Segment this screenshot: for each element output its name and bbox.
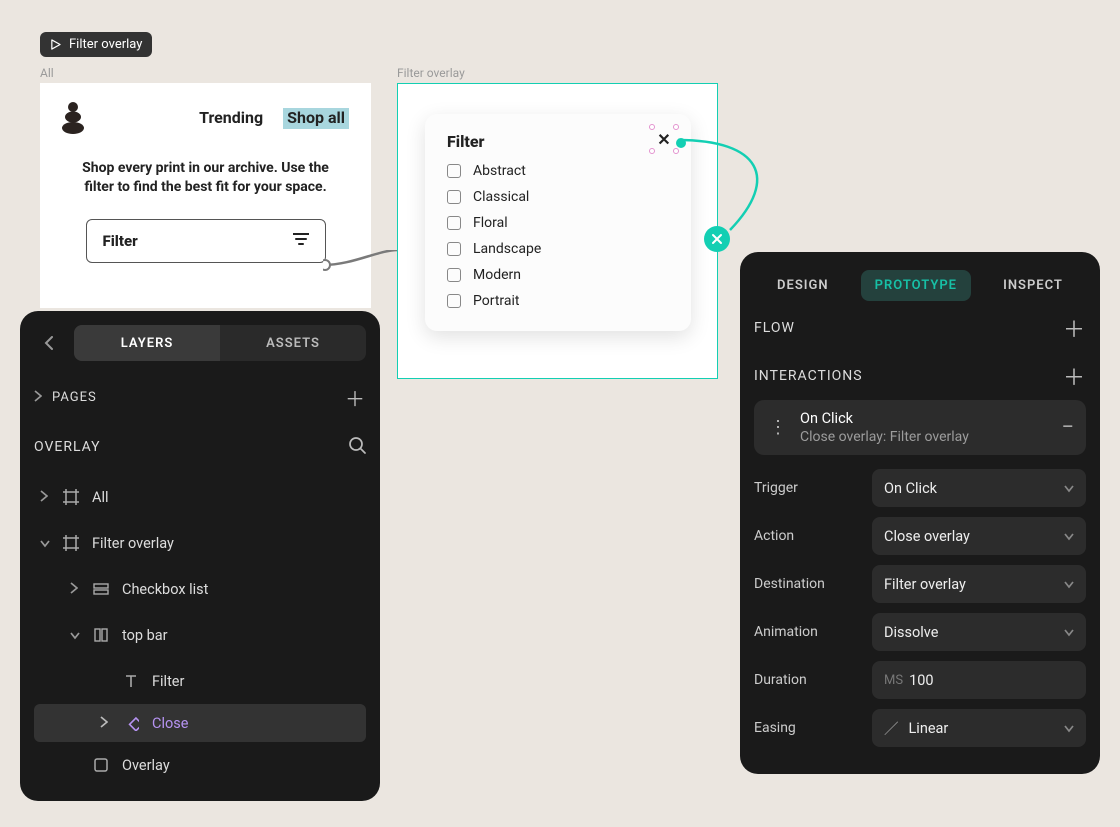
brand-logo (62, 101, 84, 135)
play-icon (50, 39, 61, 50)
close-button[interactable]: ✕ (655, 130, 673, 148)
add-interaction-button[interactable]: ＋ (1063, 360, 1086, 392)
chevron-down-icon (1064, 576, 1074, 593)
filter-card-title: Filter (447, 132, 669, 151)
overlay-section-label: OVERLAY (34, 439, 101, 455)
filter-card: Filter ✕ Abstract Classical Floral Lands… (425, 114, 691, 331)
list-item: Portrait (447, 293, 669, 309)
layer-all[interactable]: All (34, 474, 366, 520)
layer-overlay[interactable]: · Overlay (34, 742, 366, 788)
drag-handle-icon[interactable]: ⋮ (766, 411, 788, 445)
filter-icon (293, 232, 309, 250)
chevron-right-icon (100, 716, 108, 728)
checkbox[interactable] (447, 190, 461, 204)
chevron-down-icon (1064, 720, 1074, 737)
frame-icon (62, 535, 80, 551)
add-flow-button[interactable]: ＋ (1063, 312, 1086, 344)
checkbox-list: Abstract Classical Floral Landscape Mode… (447, 163, 669, 309)
frame-icon (62, 489, 80, 505)
chevron-down-icon (1064, 528, 1074, 545)
chevron-left-icon (44, 336, 54, 350)
add-page-button[interactable]: ＋ (345, 383, 366, 412)
frame-selection-text: Filter overlay (69, 37, 142, 52)
section-interactions-label: INTERACTIONS (754, 368, 863, 384)
canvas-frame-filter-overlay[interactable]: Filter ✕ Abstract Classical Floral Lands… (397, 83, 718, 379)
checkbox[interactable] (447, 216, 461, 230)
component-icon (122, 715, 140, 731)
pages-label[interactable]: PAGES (52, 390, 97, 405)
interaction-title: On Click (800, 410, 969, 427)
frame-label-filter-overlay: Filter overlay (397, 66, 465, 80)
inspector-panel: DESIGN PROTOTYPE INSPECT FLOW ＋ INTERACT… (740, 252, 1100, 774)
checkbox[interactable] (447, 268, 461, 282)
label-trigger: Trigger (754, 480, 862, 496)
frame-label-all: All (40, 66, 54, 80)
label-action: Action (754, 528, 862, 544)
list-item: Abstract (447, 163, 669, 179)
layer-top-bar[interactable]: top bar (34, 612, 366, 658)
close-icon: ✕ (657, 130, 670, 149)
layer-close[interactable]: Close (34, 704, 366, 742)
filter-button-label: Filter (103, 232, 138, 250)
list-item: Landscape (447, 241, 669, 257)
list-icon (92, 581, 110, 597)
layers-panel: LAYERS ASSETS PAGES ＋ OVERLAY All Filter… (20, 311, 380, 801)
chevron-down-icon (1064, 624, 1074, 641)
checkbox[interactable] (447, 242, 461, 256)
label-easing: Easing (754, 720, 862, 736)
layer-checkbox-list[interactable]: Checkbox list (34, 566, 366, 612)
label-animation: Animation (754, 624, 862, 640)
tab-design[interactable]: DESIGN (763, 270, 843, 301)
collapse-button[interactable]: − (1061, 415, 1074, 440)
list-item: Classical (447, 189, 669, 205)
select-easing[interactable]: ／ Linear (872, 709, 1086, 747)
list-item: Modern (447, 267, 669, 283)
filter-button[interactable]: Filter (86, 219, 326, 263)
tab-layers[interactable]: LAYERS (74, 325, 220, 361)
frame-selection-label[interactable]: Filter overlay (40, 32, 152, 57)
tab-assets[interactable]: ASSETS (220, 325, 366, 361)
select-action[interactable]: Close overlay (872, 517, 1086, 555)
checkbox[interactable] (447, 294, 461, 308)
chevron-right-icon (70, 582, 78, 594)
search-button[interactable] (348, 436, 366, 458)
select-destination[interactable]: Filter overlay (872, 565, 1086, 603)
label-destination: Destination (754, 576, 862, 592)
checkbox[interactable] (447, 164, 461, 178)
list-item: Floral (447, 215, 669, 231)
label-duration: Duration (754, 672, 862, 688)
nav-shop-all: Shop all (283, 108, 349, 129)
hero-copy: Shop every print in our archive. Use the… (40, 135, 371, 197)
linear-icon: ／ (884, 718, 899, 739)
interaction-subtitle: Close overlay: Filter overlay (800, 429, 969, 445)
layer-tree: All Filter overlay Checkbox list top bar… (34, 474, 366, 788)
close-connection-badge[interactable] (704, 226, 730, 252)
canvas-frame-all[interactable]: Trending Shop all Shop every print in ou… (40, 83, 371, 308)
select-animation[interactable]: Dissolve (872, 613, 1086, 651)
chevron-right-icon[interactable] (34, 390, 44, 406)
section-flow-label: FLOW (754, 320, 795, 336)
interaction-card[interactable]: ⋮ On Click Close overlay: Filter overlay… (754, 400, 1086, 455)
panel-segmented-control: LAYERS ASSETS (74, 325, 366, 361)
connection-handle[interactable] (676, 138, 686, 148)
rect-icon (92, 757, 110, 773)
tab-inspect[interactable]: INSPECT (989, 270, 1077, 301)
chevron-down-icon (70, 632, 80, 640)
select-trigger[interactable]: On Click (872, 469, 1086, 507)
layer-filter-overlay[interactable]: Filter overlay (34, 520, 366, 566)
chevron-down-icon (40, 540, 50, 548)
nav-trending: Trending (199, 108, 263, 129)
chevron-right-icon (40, 490, 48, 502)
text-icon (122, 673, 140, 689)
columns-icon (92, 627, 110, 643)
tab-prototype[interactable]: PROTOTYPE (861, 270, 971, 301)
chevron-down-icon (1064, 480, 1074, 497)
layer-filter-text[interactable]: · Filter (34, 658, 366, 704)
input-duration[interactable]: MS 100 (872, 661, 1086, 699)
back-button[interactable] (34, 328, 64, 358)
inspector-tabs: DESIGN PROTOTYPE INSPECT (754, 266, 1086, 304)
